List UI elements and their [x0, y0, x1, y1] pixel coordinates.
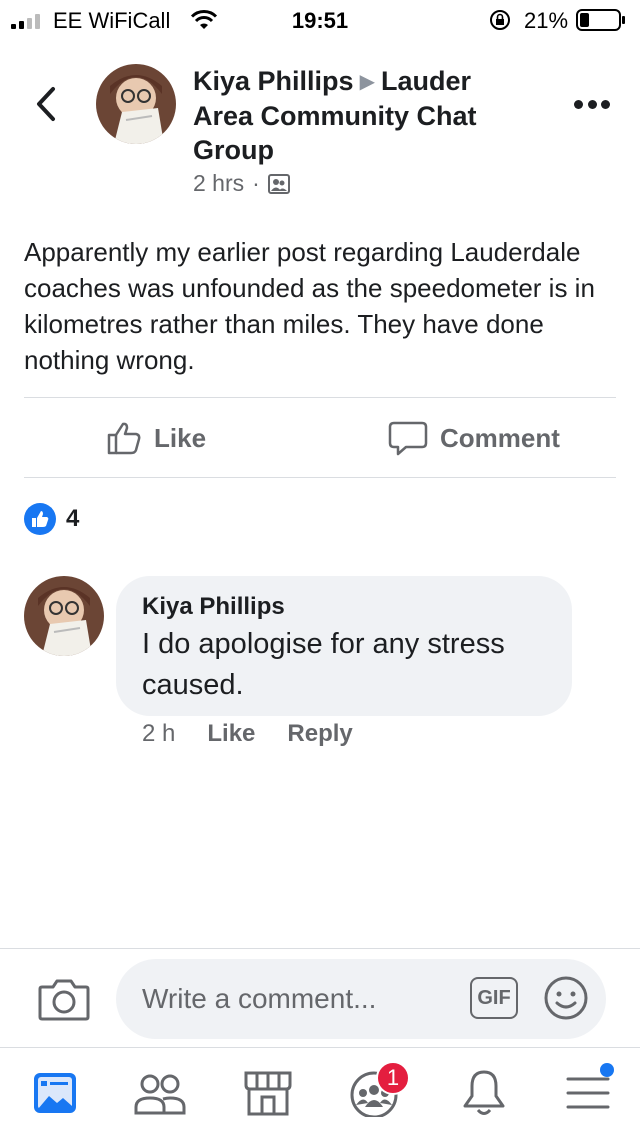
tab-news-feed[interactable]: [27, 1069, 83, 1117]
notifications-icon: [463, 1070, 505, 1115]
profile-photo-icon: [24, 576, 104, 656]
news-feed-icon: [34, 1073, 76, 1113]
comment-like-link[interactable]: Like: [207, 720, 255, 748]
tab-marketplace[interactable]: [240, 1069, 296, 1117]
post-meta: 2 hrs ·: [193, 170, 290, 197]
author-avatar[interactable]: [96, 64, 176, 144]
like-label: Like: [154, 422, 207, 453]
new-indicator-dot: [600, 1063, 614, 1077]
status-bar: EE WiFiCall 19:51 21%: [0, 0, 640, 40]
battery-icon: [576, 9, 625, 31]
meta-separator: ·: [252, 170, 260, 196]
comment-button[interactable]: Comment: [388, 416, 560, 460]
menu-icon: [566, 1077, 610, 1109]
comment-input[interactable]: [116, 959, 606, 1039]
post-body: Apparently my earlier post regarding Lau…: [24, 237, 595, 375]
reaction-summary[interactable]: 4: [24, 503, 79, 535]
dot-icon: [574, 99, 583, 109]
camera-icon[interactable]: [38, 977, 90, 1021]
triangle-right-icon: ▶: [359, 71, 375, 93]
back-button[interactable]: [28, 82, 64, 126]
marketplace-icon: [244, 1071, 292, 1116]
tab-bar: 1: [0, 1049, 640, 1136]
comment-actions: 2 h Like Reply: [142, 720, 353, 748]
thumbs-up-icon: [107, 422, 141, 455]
author-name-link[interactable]: Kiya Phillips: [193, 66, 354, 96]
gif-button[interactable]: GIF: [470, 977, 518, 1019]
group-members-icon: [267, 173, 290, 194]
comment-label: Comment: [440, 422, 560, 453]
tab-menu[interactable]: [560, 1063, 616, 1117]
comment-bubble[interactable]: Kiya Phillips I do apologise for any str…: [116, 576, 572, 716]
tab-friends[interactable]: [132, 1069, 188, 1117]
profile-photo-icon: [96, 64, 176, 144]
dot-icon: [601, 99, 610, 109]
divider: [24, 397, 616, 398]
commenter-avatar[interactable]: [24, 576, 104, 656]
rotation-lock-icon: [490, 10, 510, 30]
battery-percent: 21%: [524, 8, 569, 33]
comment-reply-link[interactable]: Reply: [287, 720, 352, 748]
comment-text: I do apologise for any stress caused.: [142, 628, 505, 701]
like-button[interactable]: Like: [106, 416, 206, 460]
post-timestamp[interactable]: 2 hrs: [193, 170, 244, 197]
tab-groups[interactable]: 1: [346, 1061, 410, 1117]
friends-icon: [134, 1074, 186, 1115]
more-options-button[interactable]: [574, 92, 610, 116]
dot-icon: [587, 99, 597, 109]
notification-badge: 1: [376, 1061, 410, 1095]
reaction-count: 4: [66, 505, 80, 532]
divider: [24, 477, 616, 478]
comment-timestamp: 2 h: [142, 720, 176, 747]
tab-notifications[interactable]: [456, 1069, 512, 1117]
post-title: Kiya Phillips ▶ Lauder Area Community Chat…: [193, 64, 533, 167]
emoji-icon[interactable]: [543, 975, 589, 1021]
like-reaction-icon: [24, 503, 56, 535]
comment-author[interactable]: Kiya Phillips: [142, 592, 546, 622]
comment-composer: GIF: [0, 948, 640, 1048]
speech-bubble-icon: [388, 421, 428, 456]
chevron-left-icon: [37, 87, 55, 121]
